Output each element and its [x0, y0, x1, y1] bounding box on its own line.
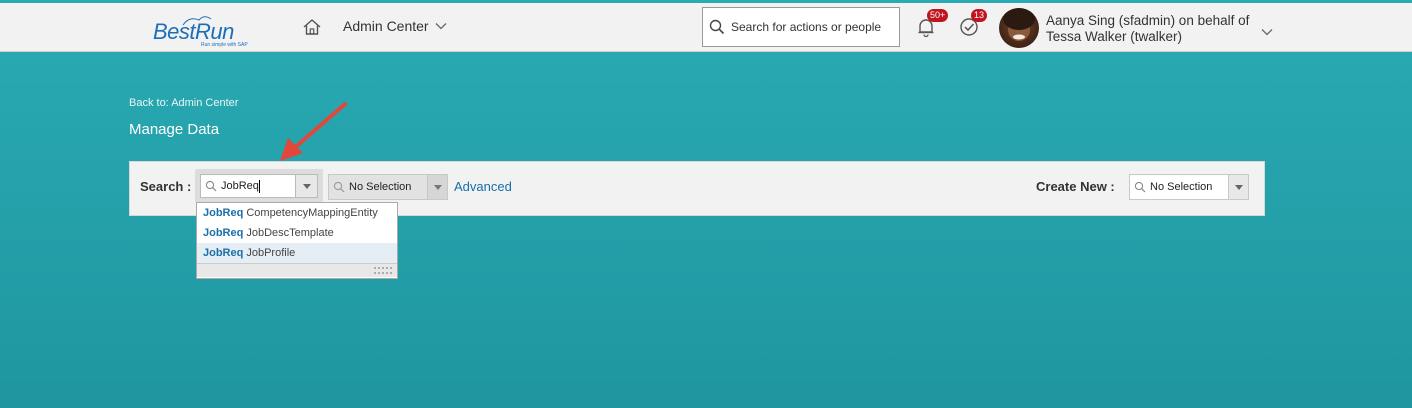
back-to-admin-center-link[interactable]: Back to: Admin Center — [129, 97, 238, 109]
caret-down-icon — [1234, 184, 1243, 190]
user-photo-icon — [1003, 8, 1035, 41]
search-icon — [205, 180, 217, 192]
search-type-dropdown-button[interactable] — [296, 174, 318, 198]
annotation-arrow-icon — [280, 102, 347, 161]
record-select-dropdown-button[interactable] — [428, 174, 448, 200]
search-type-input[interactable]: JobReq — [200, 174, 296, 198]
list-item[interactable]: JobReq JobProfile — [197, 243, 397, 263]
autocomplete-dropdown: JobReq CompetencyMappingEntity JobReq JobD… — [196, 202, 398, 279]
chevron-down-icon — [435, 23, 447, 30]
text-cursor — [258, 179, 260, 193]
search-icon — [1134, 181, 1146, 193]
record-select-input[interactable]: No Selection — [328, 174, 428, 200]
user-menu[interactable]: Aanya Sing (sfadmin) on behalf of Tessa … — [1046, 13, 1249, 45]
create-new-dropdown-button[interactable] — [1229, 174, 1249, 200]
top-bar: BestRun Run simple with SAP Admin Center… — [0, 0, 1412, 52]
global-search-placeholder: Search for actions or people — [731, 20, 882, 34]
logo-tagline: Run simple with SAP — [201, 42, 248, 48]
create-new-value: No Selection — [1150, 181, 1213, 193]
search-type-value: JobReq — [221, 180, 259, 192]
list-item[interactable]: JobReq CompetencyMappingEntity — [197, 203, 397, 223]
page-title: Manage Data — [129, 121, 220, 138]
record-select-value: No Selection — [349, 181, 412, 193]
caret-down-icon — [302, 183, 311, 189]
user-name-line2: Tessa Walker (twalker) — [1046, 29, 1183, 44]
search-combo-focus: JobReq — [195, 169, 323, 203]
caret-down-icon — [433, 184, 442, 190]
search-icon — [709, 19, 725, 35]
chevron-down-icon[interactable] — [1261, 23, 1273, 41]
bestrun-logo[interactable]: BestRun Run simple with SAP — [153, 15, 253, 49]
create-new-label: Create New : — [1036, 179, 1115, 194]
todo-badge: 13 — [971, 9, 988, 22]
admin-center-label: Admin Center — [343, 18, 429, 34]
advanced-link[interactable]: Advanced — [454, 179, 512, 194]
list-item[interactable]: JobReq JobDescTemplate — [197, 223, 397, 243]
search-icon — [333, 181, 345, 193]
admin-center-menu[interactable]: Admin Center — [343, 18, 447, 34]
search-label: Search : — [140, 179, 192, 194]
global-search-input[interactable]: Search for actions or people — [702, 7, 900, 47]
avatar[interactable] — [999, 8, 1039, 48]
user-name-line1: Aanya Sing (sfadmin) on behalf of — [1046, 13, 1250, 28]
create-new-select[interactable]: No Selection — [1129, 174, 1229, 200]
resize-grip-icon[interactable] — [373, 266, 393, 276]
home-icon[interactable] — [302, 17, 322, 37]
notifications-badge: 50+ — [927, 9, 949, 22]
